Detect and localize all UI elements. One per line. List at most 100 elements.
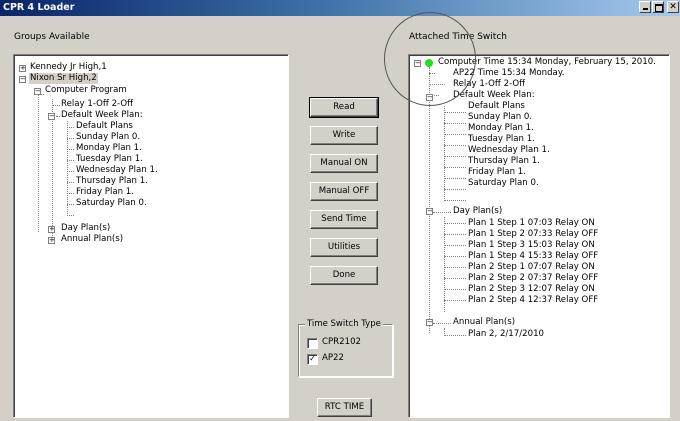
tree-node-computer-program[interactable]: Computer Program bbox=[45, 85, 127, 96]
attached-switch-tree-panel[interactable]: − Computer Time 15:34 Monday, February 1… bbox=[408, 54, 670, 418]
tree-node-default-plans[interactable]: Default Plans bbox=[468, 101, 525, 112]
collapse-icon[interactable]: − bbox=[19, 76, 26, 83]
manual-off-button[interactable]: Manual OFF bbox=[310, 182, 378, 201]
tree-node-annual-plan-entry[interactable]: Plan 2, 2/17/2010 bbox=[468, 329, 544, 340]
tree-node-thursday[interactable]: Thursday Plan 1. bbox=[468, 156, 540, 167]
minimize-button[interactable] bbox=[639, 1, 651, 13]
tree-line bbox=[444, 223, 466, 224]
tree-node-wednesday[interactable]: Wednesday Plan 1. bbox=[468, 145, 550, 156]
time-switch-type-group: Time Switch Type CPR2102 ✓ AP22 bbox=[298, 319, 393, 377]
tree-node-thursday[interactable]: Thursday Plan 1. bbox=[76, 176, 148, 187]
tree-line bbox=[67, 160, 74, 161]
tree-line bbox=[444, 278, 466, 279]
tree-node-friday[interactable]: Friday Plan 1. bbox=[468, 167, 526, 178]
tree-line bbox=[67, 149, 74, 150]
window-title: CPR 4 Loader bbox=[3, 2, 75, 13]
maximize-button[interactable] bbox=[652, 1, 664, 13]
tree-node-plan-step[interactable]: Plan 1 Step 1 07:03 Relay ON bbox=[468, 218, 595, 229]
tree-line bbox=[444, 234, 466, 235]
tree-node-plan-step[interactable]: Plan 2 Step 3 12:07 Relay ON bbox=[468, 284, 595, 295]
tree-line bbox=[444, 123, 466, 124]
maximize-icon bbox=[655, 4, 663, 12]
tree-line bbox=[67, 182, 74, 183]
tree-node-saturday[interactable]: Saturday Plan 0. bbox=[468, 178, 539, 189]
tree-node-tuesday[interactable]: Tuesday Plan 1. bbox=[468, 134, 535, 145]
tree-line bbox=[444, 189, 466, 190]
expand-icon[interactable]: + bbox=[48, 237, 55, 244]
tree-node-nixon[interactable]: Nixon Sr High,2 bbox=[29, 73, 98, 84]
tree-line bbox=[444, 112, 466, 113]
tree-node-plan-step[interactable]: Plan 2 Step 2 07:37 Relay OFF bbox=[468, 273, 598, 284]
tree-line bbox=[444, 267, 466, 268]
groups-available-label: Groups Available bbox=[14, 32, 90, 42]
tree-node-plan-step[interactable]: Plan 1 Step 2 07:33 Relay OFF bbox=[468, 229, 598, 240]
collapse-icon[interactable]: − bbox=[34, 88, 41, 95]
ap22-checkbox[interactable]: ✓ bbox=[307, 354, 318, 365]
tree-line bbox=[67, 127, 74, 128]
read-button[interactable]: Read bbox=[309, 97, 379, 118]
tree-line bbox=[52, 99, 53, 244]
time-switch-type-legend: Time Switch Type bbox=[305, 319, 383, 329]
collapse-icon[interactable]: − bbox=[426, 319, 433, 326]
tree-line bbox=[67, 215, 74, 216]
rtc-time-button[interactable]: RTC TIME bbox=[317, 398, 372, 417]
check-icon: ✓ bbox=[309, 354, 316, 363]
tree-line bbox=[433, 323, 451, 324]
tree-node-friday[interactable]: Friday Plan 1. bbox=[76, 187, 134, 198]
tree-node-relay[interactable]: Relay 1-Off 2-Off bbox=[61, 99, 133, 110]
tree-node-default-week-plan[interactable]: Default Week Plan: bbox=[61, 110, 143, 121]
tree-node-wednesday[interactable]: Wednesday Plan 1. bbox=[76, 165, 158, 176]
close-button[interactable]: ✕ bbox=[667, 1, 679, 13]
close-icon: ✕ bbox=[669, 2, 677, 12]
collapse-icon[interactable]: − bbox=[426, 208, 433, 215]
tree-line bbox=[444, 134, 466, 135]
tree-line bbox=[433, 212, 451, 213]
tree-node-annual-plans[interactable]: Annual Plan(s) bbox=[61, 234, 123, 245]
cpr2102-checkbox[interactable] bbox=[307, 338, 318, 349]
tree-line bbox=[444, 178, 466, 179]
tree-line bbox=[38, 88, 39, 232]
tree-node-default-week-plan[interactable]: Default Week Plan: bbox=[453, 90, 535, 101]
title-bar: CPR 4 Loader ✕ bbox=[0, 0, 680, 16]
tree-line bbox=[67, 138, 74, 139]
tree-node-monday[interactable]: Monday Plan 1. bbox=[76, 143, 142, 154]
send-time-button[interactable]: Send Time bbox=[310, 210, 378, 229]
tree-node-sunday[interactable]: Sunday Plan 0. bbox=[468, 112, 532, 123]
groups-tree-panel[interactable]: + Kennedy Jr High,1 − Nixon Sr High,2 − … bbox=[13, 54, 289, 418]
expand-icon[interactable]: + bbox=[48, 226, 55, 233]
tree-node-monday[interactable]: Monday Plan 1. bbox=[468, 123, 534, 134]
tree-node-tuesday[interactable]: Tuesday Plan 1. bbox=[76, 154, 143, 165]
highlight-circle bbox=[384, 12, 476, 106]
tree-line bbox=[444, 200, 466, 201]
tree-line bbox=[444, 335, 466, 336]
tree-node-plan-step[interactable]: Plan 2 Step 1 07:07 Relay ON bbox=[468, 262, 595, 273]
utilities-button[interactable]: Utilities bbox=[310, 238, 378, 257]
tree-node-day-plans[interactable]: Day Plan(s) bbox=[453, 206, 502, 217]
tree-line bbox=[444, 289, 466, 290]
manual-on-button[interactable]: Manual ON bbox=[310, 154, 378, 173]
tree-node-annual-plans[interactable]: Annual Plan(s) bbox=[453, 317, 515, 328]
tree-line bbox=[444, 156, 466, 157]
tree-node-plan-step[interactable]: Plan 2 Step 4 12:37 Relay OFF bbox=[468, 295, 598, 306]
tree-node-default-plans[interactable]: Default Plans bbox=[76, 121, 133, 132]
tree-node-sunday[interactable]: Sunday Plan 0. bbox=[76, 132, 140, 143]
collapse-icon[interactable]: − bbox=[48, 113, 55, 120]
tree-node-plan-step[interactable]: Plan 1 Step 3 15:03 Relay ON bbox=[468, 240, 595, 251]
tree-node-kennedy[interactable]: Kennedy Jr High,1 bbox=[30, 62, 107, 73]
tree-node-saturday[interactable]: Saturday Plan 0. bbox=[76, 198, 147, 209]
tree-line bbox=[444, 300, 466, 301]
tree-line bbox=[56, 116, 60, 117]
minimize-icon bbox=[643, 8, 648, 10]
tree-line bbox=[444, 106, 445, 201]
tree-line bbox=[67, 121, 68, 216]
tree-line bbox=[444, 145, 466, 146]
ap22-label: AP22 bbox=[322, 353, 344, 363]
expand-icon[interactable]: + bbox=[19, 65, 26, 72]
cpr2102-label: CPR2102 bbox=[322, 337, 362, 347]
write-button[interactable]: Write bbox=[310, 126, 378, 145]
done-button[interactable]: Done bbox=[310, 266, 378, 285]
tree-node-day-plans[interactable]: Day Plan(s) bbox=[61, 223, 110, 234]
tree-line bbox=[67, 171, 74, 172]
tree-node-plan-step[interactable]: Plan 1 Step 4 15:33 Relay OFF bbox=[468, 251, 598, 262]
tree-line bbox=[67, 204, 74, 205]
